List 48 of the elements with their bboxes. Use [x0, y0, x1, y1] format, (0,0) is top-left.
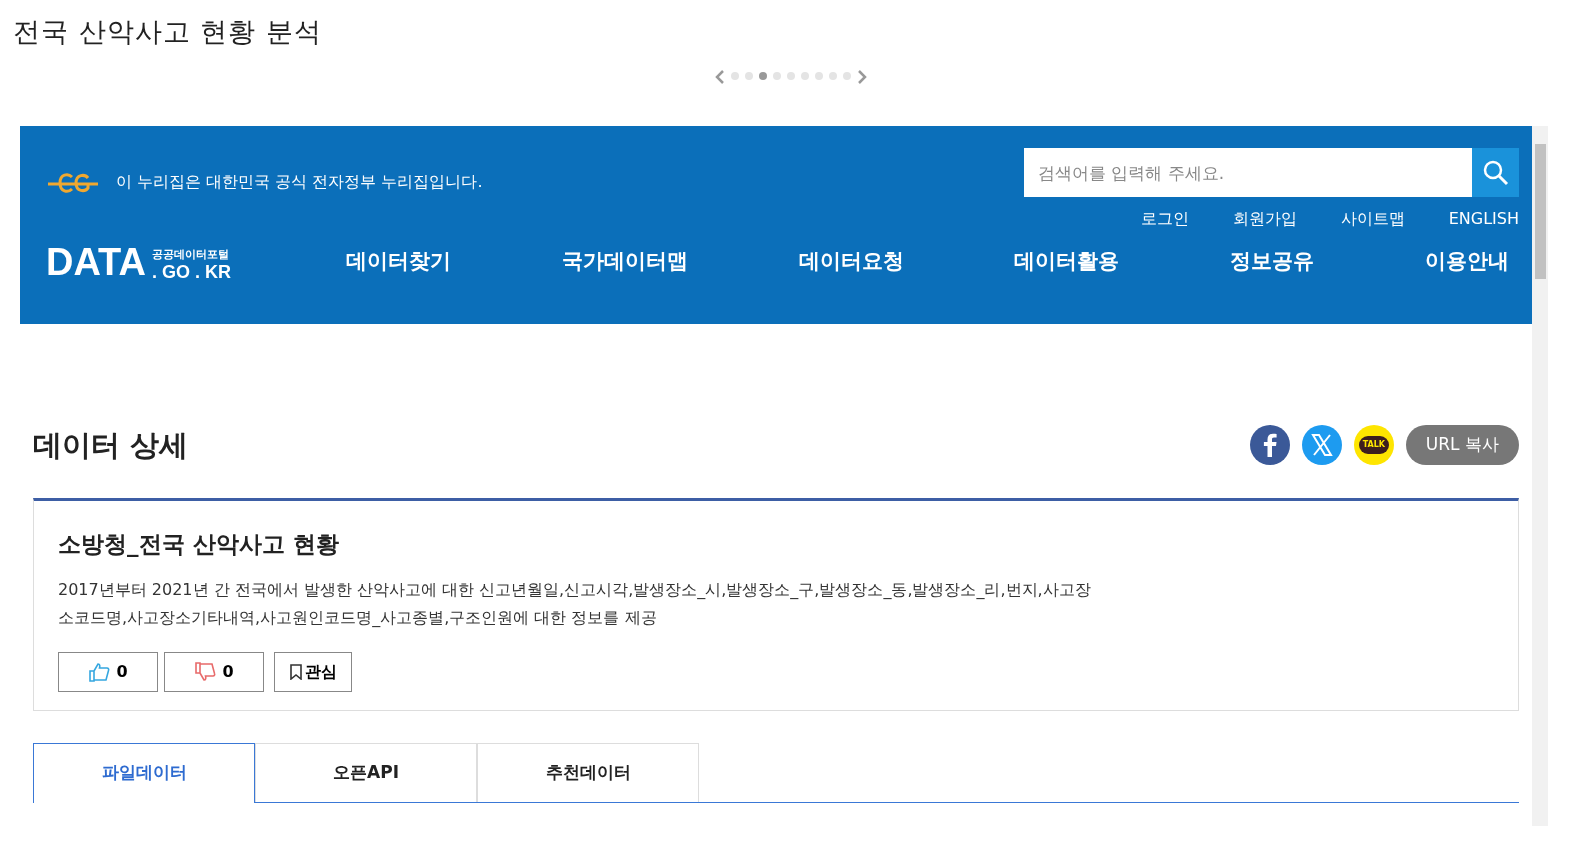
util-link[interactable]: 사이트맵: [1340, 207, 1405, 231]
dataset-title: 소방청_전국 산악사고 현황: [58, 530, 340, 559]
carousel-dot[interactable]: [731, 72, 739, 80]
tab[interactable]: 오픈API: [255, 742, 477, 802]
facebook-share-icon[interactable]: [1249, 425, 1290, 465]
carousel-dot[interactable]: [787, 72, 795, 80]
page-title: 전국 산악사고 현황 분석: [12, 15, 323, 49]
dislike-count: 0: [222, 660, 234, 683]
nav-menu-item[interactable]: 데이터찾기: [346, 246, 451, 278]
tab[interactable]: 추천데이터: [477, 742, 699, 802]
carousel-dot[interactable]: [815, 72, 823, 80]
description-line: 소코드명,사고장소기타내역,사고원인코드명_사고종별,구조인원에 대한 정보를 제공: [58, 606, 658, 629]
scrollbar[interactable]: [1532, 126, 1548, 826]
logo-subtitle: 공공데이터포털: [151, 246, 230, 263]
util-link[interactable]: 회원가입: [1232, 207, 1297, 231]
gov-notice: 이 누리집은 대한민국 공식 전자정부 누리집입니다.: [116, 171, 483, 193]
nav-menu-item[interactable]: 정보공유: [1230, 246, 1315, 278]
util-link[interactable]: 로그인: [1140, 207, 1189, 231]
carousel-dot[interactable]: [829, 72, 837, 80]
search-field[interactable]: 검색어를 입력해 주세요.: [1024, 148, 1472, 197]
nav-menu-item[interactable]: 데이터요청: [798, 246, 904, 278]
search-button[interactable]: [1472, 148, 1519, 197]
carousel-dot[interactable]: [801, 72, 809, 80]
carousel-dot[interactable]: [745, 72, 753, 80]
kakaotalk-share-icon[interactable]: TALK: [1353, 425, 1394, 465]
description-line: 2017년부터 2021년 간 전국에서 발생한 산악사고에 대한 신고년월일,신고시각,발생장소_시,발생장소_구,발생장소_동,발생장소_리,번지,사고장: [58, 578, 1092, 601]
like-button[interactable]: 0: [58, 651, 158, 692]
logo-text: DATA: [46, 243, 146, 281]
util-link[interactable]: ENGLISH: [1448, 207, 1519, 231]
bookmark-icon: [289, 663, 302, 680]
url-copy-button[interactable]: URL 복사: [1405, 425, 1519, 465]
nav-menu-item[interactable]: 데이터활용: [1014, 246, 1120, 278]
government-emblem-icon: [46, 170, 100, 194]
bookmark-button[interactable]: 관심: [274, 651, 352, 692]
section-title: 데이터 상세: [33, 427, 189, 463]
thumbs-down-icon: [194, 661, 217, 682]
dislike-button[interactable]: 0: [164, 651, 264, 692]
carousel-dot[interactable]: [759, 72, 767, 80]
carousel-dot[interactable]: [843, 72, 851, 80]
tab[interactable]: 파일데이터: [33, 742, 255, 803]
nav-menu-item[interactable]: 국가데이터맵: [561, 246, 688, 278]
x-share-icon[interactable]: [1301, 425, 1342, 465]
logo-domain: . GO . KR: [151, 263, 231, 281]
carousel-dot[interactable]: [773, 72, 781, 80]
thumbs-up-icon: [88, 661, 111, 682]
search-icon: [1481, 158, 1510, 187]
nav-menu-item[interactable]: 이용안내: [1425, 246, 1509, 278]
like-count: 0: [116, 660, 128, 683]
